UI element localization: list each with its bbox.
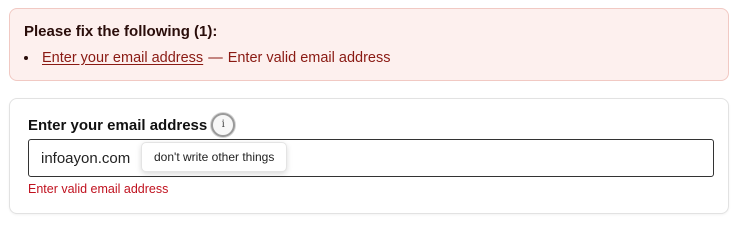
error-separator: — xyxy=(208,50,223,66)
email-error-message: Enter valid email address xyxy=(28,182,169,196)
error-summary-title: Please fix the following (1): xyxy=(24,23,218,40)
error-link-email[interactable]: Enter your email address xyxy=(42,50,203,66)
email-form-card: Enter your email address i don't write o… xyxy=(9,98,729,214)
email-label-row: Enter your email address i xyxy=(28,113,236,137)
page: Please fix the following (1): Enter your… xyxy=(0,0,737,223)
email-input[interactable] xyxy=(28,139,714,177)
info-glyph: i xyxy=(221,119,225,130)
error-list: Enter your email address — Enter valid e… xyxy=(24,50,391,66)
error-list-item: Enter your email address — Enter valid e… xyxy=(24,50,391,66)
error-message: Enter valid email address xyxy=(227,50,391,66)
email-label: Enter your email address xyxy=(28,116,208,134)
error-summary: Please fix the following (1): Enter your… xyxy=(9,8,729,81)
bullet-icon xyxy=(24,56,28,60)
info-tooltip: don't write other things xyxy=(141,142,288,172)
info-icon[interactable]: i xyxy=(211,113,236,137)
